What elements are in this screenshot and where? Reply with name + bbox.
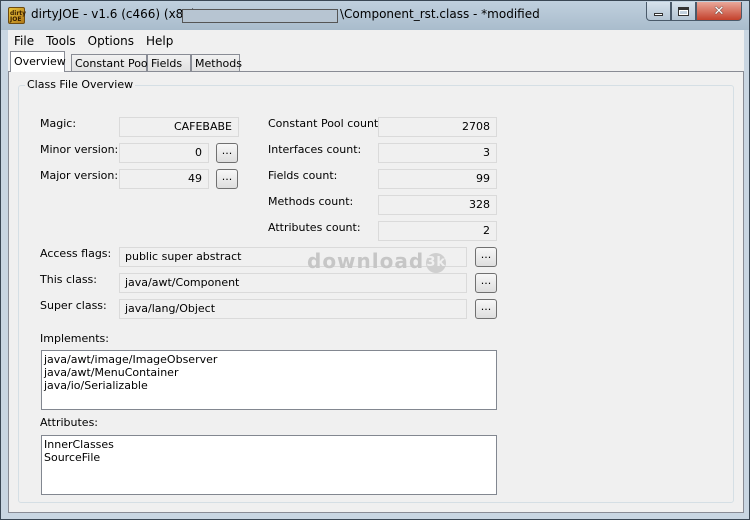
attributes-list[interactable]: InnerClasses SourceFile <box>41 435 497 495</box>
maximize-button[interactable] <box>671 2 696 21</box>
methods-count-label: Methods count: <box>268 195 354 208</box>
close-icon: ✕ <box>713 3 725 19</box>
menu-file[interactable]: File <box>8 34 40 48</box>
list-item[interactable]: java/awt/MenuContainer <box>44 366 494 379</box>
interfaces-count-label: Interfaces count: <box>268 143 362 156</box>
this-class-label: This class: <box>40 273 97 286</box>
title-bar[interactable]: dirty JOE dirtyJOE - v1.6 (c466) (x86) -… <box>1 1 749 30</box>
menu-options[interactable]: Options <box>82 34 140 48</box>
access-flags-label: Access flags: <box>40 247 112 260</box>
interfaces-count-field[interactable]: 3 <box>378 143 497 163</box>
major-version-field[interactable]: 49 <box>119 169 209 189</box>
app-icon[interactable]: dirty JOE <box>8 7 27 24</box>
app-icon-text: dirty JOE <box>10 10 27 23</box>
magic-field[interactable]: CAFEBABE <box>119 117 239 137</box>
attributes-count-label: Attributes count: <box>268 221 361 234</box>
implements-list[interactable]: java/awt/image/ImageObserver java/awt/Me… <box>41 350 497 410</box>
minor-version-edit-button[interactable]: ... <box>216 143 238 163</box>
super-class-label: Super class: <box>40 299 107 312</box>
menu-help[interactable]: Help <box>140 34 179 48</box>
this-class-edit-button[interactable]: ... <box>475 273 497 293</box>
implements-label: Implements: <box>40 332 109 345</box>
close-button[interactable]: ✕ <box>696 2 742 21</box>
attributes-label: Attributes: <box>40 416 99 429</box>
magic-label: Magic: <box>40 117 77 130</box>
group-title: Class File Overview <box>25 78 136 91</box>
menu-tools[interactable]: Tools <box>40 34 82 48</box>
minor-version-field[interactable]: 0 <box>119 143 209 163</box>
fields-count-field[interactable]: 99 <box>378 169 497 189</box>
tab-overview[interactable]: Overview <box>10 51 66 72</box>
tab-fields[interactable]: Fields <box>147 54 191 71</box>
tab-strip: Overview Constant Pool Fields Methods <box>8 51 744 72</box>
super-class-edit-button[interactable]: ... <box>475 299 497 319</box>
download-watermark: download 3k <box>307 249 447 273</box>
menu-bar: File Tools Options Help <box>8 30 744 51</box>
watermark-badge: 3k <box>426 253 447 273</box>
list-item[interactable]: java/io/Serializable <box>44 379 494 392</box>
major-version-edit-button[interactable]: ... <box>216 169 238 189</box>
watermark-text: download <box>307 249 425 273</box>
app-window: dirty JOE dirtyJOE - v1.6 (c466) (x86) -… <box>0 0 750 520</box>
list-item[interactable]: java/awt/image/ImageObserver <box>44 353 494 366</box>
redacted-path-box <box>182 9 338 23</box>
access-flags-edit-button[interactable]: ... <box>475 247 497 267</box>
this-class-field[interactable]: java/awt/Component <box>119 273 467 293</box>
window-title-prefix: dirtyJOE - v1.6 (c466) (x86) - <box>31 7 204 21</box>
tab-constant-pool[interactable]: Constant Pool <box>71 54 151 71</box>
constant-pool-count-label: Constant Pool count: <box>268 117 382 130</box>
major-version-label: Major version: <box>40 169 119 182</box>
overview-panel: Class File Overview Magic: CAFEBABE Mino… <box>8 71 744 513</box>
list-item[interactable]: InnerClasses <box>44 438 494 451</box>
super-class-field[interactable]: java/lang/Object <box>119 299 467 319</box>
fields-count-label: Fields count: <box>268 169 338 182</box>
methods-count-field[interactable]: 328 <box>378 195 497 215</box>
minimize-icon <box>654 12 663 16</box>
minimize-button[interactable] <box>646 2 671 21</box>
maximize-icon <box>678 6 689 16</box>
tab-methods[interactable]: Methods <box>191 54 242 71</box>
window-title-suffix: \Component_rst.class - *modified <box>340 7 540 21</box>
constant-pool-count-field[interactable]: 2708 <box>378 117 497 137</box>
minor-version-label: Minor version: <box>40 143 119 156</box>
list-item[interactable]: SourceFile <box>44 451 494 464</box>
attributes-count-field[interactable]: 2 <box>378 221 497 241</box>
